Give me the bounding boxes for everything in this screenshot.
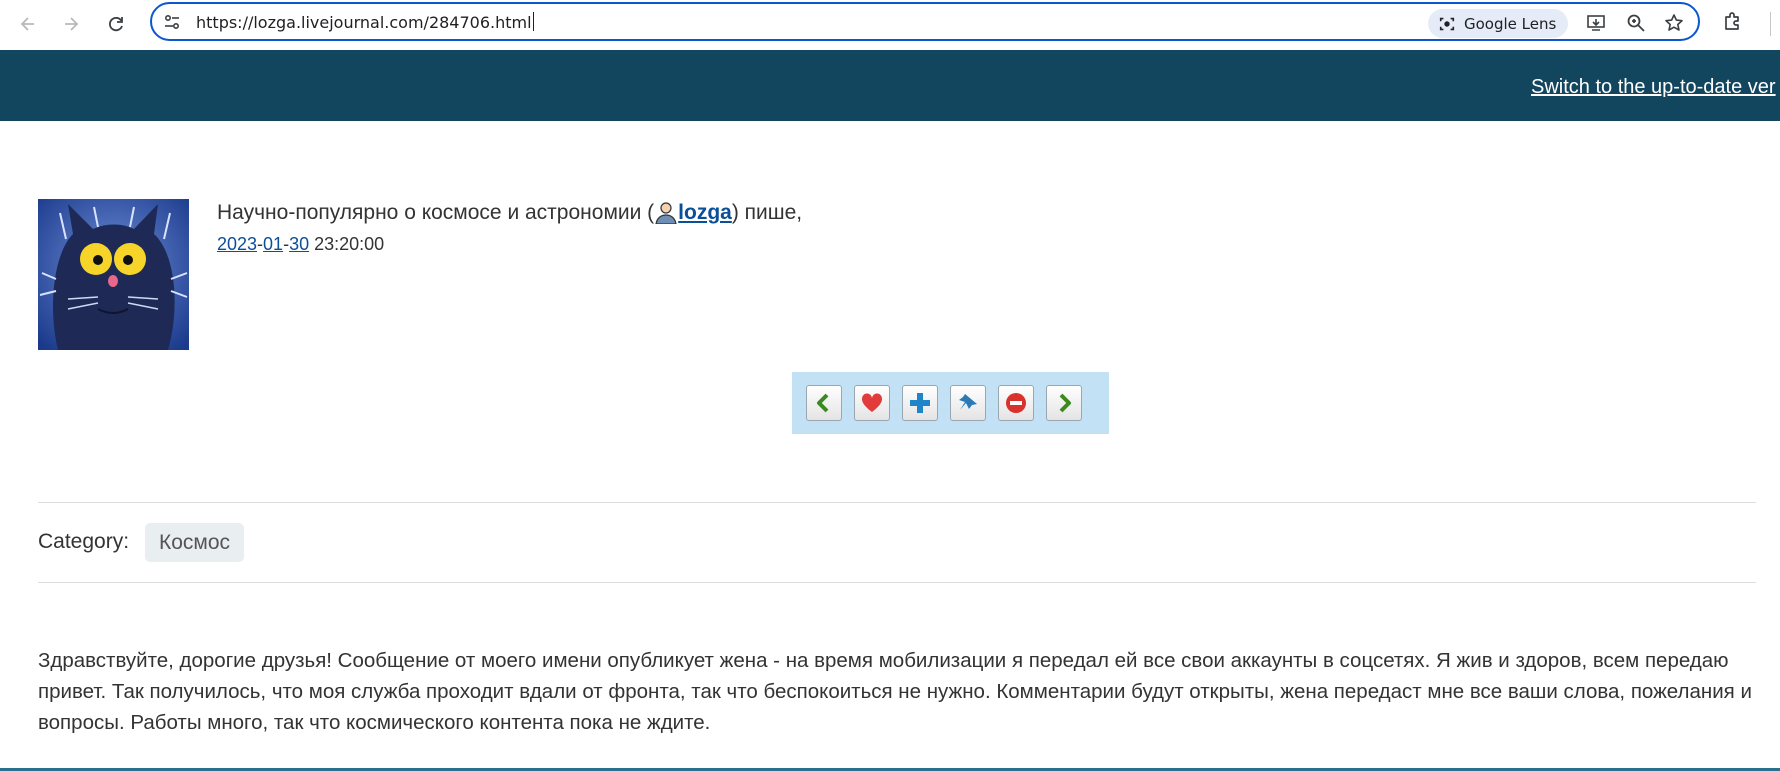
install-icon	[1587, 15, 1605, 31]
divider-bottom	[38, 582, 1756, 583]
site-header: Switch to the up-to-date ver	[0, 50, 1780, 121]
google-lens-button[interactable]: Google Lens	[1428, 9, 1568, 38]
category-tag[interactable]: Космос	[145, 523, 244, 562]
date-year-link[interactable]: 2023	[217, 234, 257, 254]
previous-entry-button[interactable]	[806, 385, 842, 421]
zoom-icon	[1627, 14, 1645, 32]
plus-icon	[910, 393, 930, 413]
divider-top	[38, 502, 1756, 503]
site-settings-icon[interactable]	[162, 12, 182, 32]
reload-button[interactable]	[101, 9, 131, 39]
user-icon[interactable]	[654, 200, 678, 224]
entry-header: Научно-популярно о космосе и астрономии …	[217, 200, 802, 225]
next-icon	[1059, 393, 1071, 413]
pin-entry-button[interactable]	[950, 385, 986, 421]
extensions-button[interactable]	[1722, 10, 1748, 36]
lens-label: Google Lens	[1464, 14, 1557, 33]
install-app-button[interactable]	[1584, 11, 1608, 35]
lens-icon	[1439, 17, 1455, 30]
previous-icon	[817, 393, 829, 413]
url-text[interactable]: https://lozga.livejournal.com/284706.htm…	[196, 12, 534, 32]
forward-button[interactable]	[56, 9, 86, 39]
entry-actions-toolbar	[792, 372, 1109, 434]
pin-icon	[959, 394, 977, 410]
switch-version-link[interactable]: Switch to the up-to-date ver	[1531, 76, 1776, 99]
entry-date: 2023-01-30 23:20:00	[217, 234, 384, 255]
journal-title: Научно-популярно о космосе и астрономии …	[217, 201, 655, 224]
star-icon	[1665, 14, 1683, 31]
username-link[interactable]: lozga	[678, 201, 732, 224]
date-month-link[interactable]: 01	[263, 234, 283, 254]
puzzle-icon	[1725, 12, 1739, 30]
next-entry-button[interactable]	[1046, 385, 1082, 421]
arrow-right-icon	[65, 17, 79, 31]
category-label: Category:	[38, 530, 130, 553]
wrote-label: ) пише,	[731, 201, 803, 224]
cat-avatar-image	[38, 199, 189, 350]
userpic[interactable]	[38, 199, 189, 350]
zoom-button[interactable]	[1624, 11, 1648, 35]
arrow-left-icon	[20, 17, 34, 31]
entry-time: 23:20:00	[314, 234, 385, 254]
date-day-link[interactable]: 30	[289, 234, 309, 254]
back-button[interactable]	[13, 9, 43, 39]
track-entry-button[interactable]	[902, 385, 938, 421]
entry-body-text: Здравствуйте, дорогие друзья! Сообщение …	[38, 649, 1752, 734]
bookmark-button[interactable]	[1662, 11, 1686, 35]
heart-icon	[861, 393, 883, 412]
stop-icon	[1006, 393, 1026, 413]
text-cursor	[532, 12, 534, 31]
reload-icon	[109, 16, 123, 32]
address-bar[interactable]: https://lozga.livejournal.com/284706.htm…	[150, 2, 1700, 41]
add-to-memories-button[interactable]	[854, 385, 890, 421]
toolbar-divider	[1770, 12, 1771, 36]
flag-entry-button[interactable]	[998, 385, 1034, 421]
browser-toolbar: https://lozga.livejournal.com/284706.htm…	[0, 0, 1780, 51]
